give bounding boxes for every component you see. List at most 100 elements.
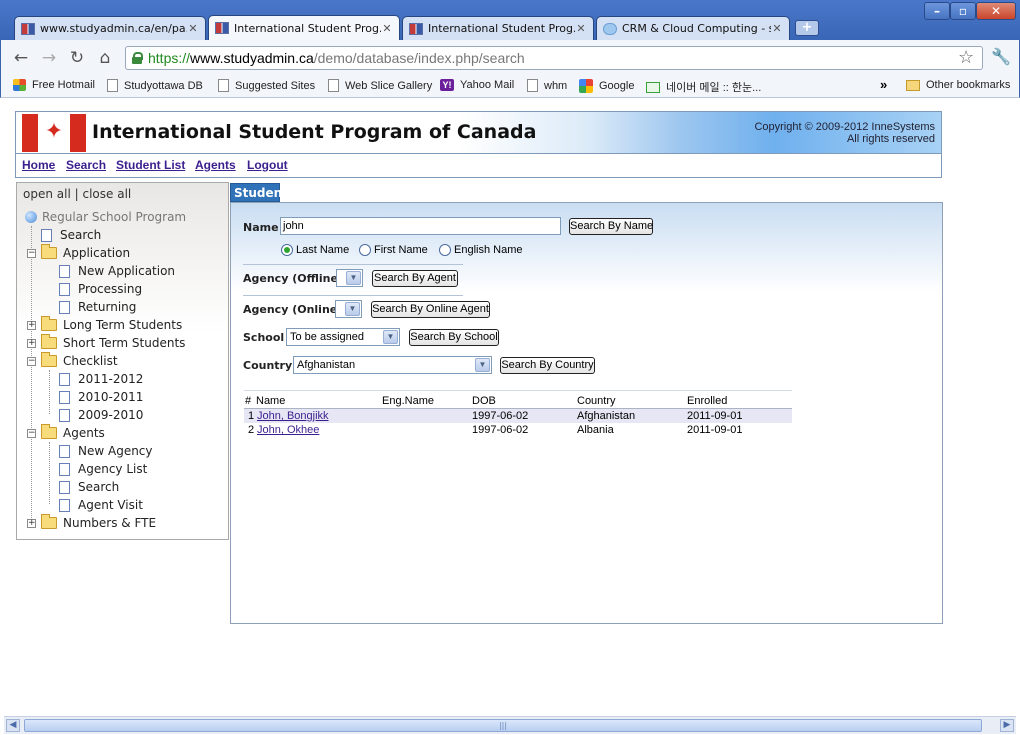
new-tab-button[interactable]: + [795,20,819,36]
tree-item-new-agency[interactable]: New Agency [59,443,153,459]
close-all-link[interactable]: close all [83,187,132,201]
col-num-header: # [245,395,252,407]
expand-icon[interactable]: + [27,338,36,348]
radio-first-name[interactable]: First Name [359,244,428,256]
browser-tab-4[interactable]: CRM & Cloud Computing - s... ✕ [596,16,790,40]
browser-tab-1[interactable]: www.studyadmin.ca/en/pa... ✕ [14,16,206,40]
tree-item-2009-2010[interactable]: 2009-2010 [59,407,143,423]
horizontal-scrollbar[interactable]: ◀ ||| ▶ [4,716,1016,734]
row-dob: 1997-06-02 [472,424,529,436]
home-button[interactable]: ⌂ [95,48,115,68]
tab-close-icon[interactable]: ✕ [771,22,783,35]
radio-english-name[interactable]: English Name [439,244,522,256]
bookmarks-bar: Free Hotmail Studyottawa DB Suggested Si… [0,76,1020,98]
radio-last-name[interactable]: Last Name [281,244,349,256]
bookmark-star-icon[interactable]: ☆ [958,47,974,68]
student-name-link[interactable]: John, Bongjikk [257,410,329,422]
bookmark-web-slice-gallery[interactable]: Web Slice Gallery [328,79,432,92]
windows-logo-icon [13,79,26,91]
page-icon [59,282,70,296]
col-country-header: Country [577,395,616,407]
tree-item-agency-list[interactable]: Agency List [59,461,147,477]
bookmarks-overflow-button[interactable]: » [880,77,887,92]
col-name-header: Name [256,395,286,407]
other-bookmarks-folder[interactable]: Other bookmarks [906,79,1010,91]
globe-icon [25,211,37,223]
scrollbar-thumb[interactable]: ||| [24,719,982,732]
tree-item-agent-visit[interactable]: Agent Visit [59,497,143,513]
tree-item-new-application[interactable]: New Application [59,263,175,279]
country-select[interactable]: Afghanistan ▼ [293,356,492,374]
google-icon [579,79,593,93]
bookmark-yahoo-mail[interactable]: Y! Yahoo Mail [440,79,514,91]
nav-home-link[interactable]: Home [22,158,55,172]
collapse-icon[interactable]: − [27,428,36,438]
back-button[interactable]: ← [11,48,31,68]
other-bookmarks-label: Other bookmarks [926,79,1011,91]
radio-icon [439,244,451,256]
school-select[interactable]: To be assigned ▼ [286,328,400,346]
tree-item-2011-2012[interactable]: 2011-2012 [59,371,143,387]
tab-close-icon[interactable]: ✕ [575,22,587,35]
browser-tab-3[interactable]: International Student Prog... ✕ [402,16,594,40]
collapse-icon[interactable]: − [27,248,36,258]
tree-root[interactable]: Regular School Program [25,209,186,225]
tree-item-short-term[interactable]: + Short Term Students [27,334,185,351]
tree-item-processing[interactable]: Processing [59,281,142,297]
address-bar[interactable]: https://www.studyadmin.ca/demo/database/… [125,46,983,70]
agency-online-label: Agency (Online) [243,303,343,316]
scroll-left-arrow-icon[interactable]: ◀ [6,719,20,732]
tree-item-checklist[interactable]: − Checklist [27,352,118,369]
maximize-button[interactable]: ▫ [950,2,976,20]
nav-logout-link[interactable]: Logout [247,158,288,172]
search-by-country-button[interactable]: Search By Country [500,357,595,374]
nav-search-link[interactable]: Search [66,158,106,172]
bookmark-studyottawa-db[interactable]: Studyottawa DB [107,79,203,92]
search-by-school-button[interactable]: Search By School [409,329,499,346]
site-favicon-icon [409,22,423,35]
tab-student[interactable]: Student [230,183,288,202]
bookmark-label: Suggested Sites [235,79,316,92]
student-name-link[interactable]: John, Okhee [257,424,319,436]
wrench-icon[interactable]: 🔧 [991,47,1011,66]
agency-online-select[interactable]: ▼ [335,300,362,318]
expand-icon[interactable]: + [27,518,36,528]
tab-close-icon[interactable]: ✕ [381,22,393,35]
radio-label: Last Name [296,244,350,256]
tree-item-numbers-fte[interactable]: + Numbers & FTE [27,514,156,531]
tree-item-search[interactable]: Search [41,227,101,243]
scroll-right-arrow-icon[interactable]: ▶ [1000,719,1014,732]
name-input[interactable]: john [280,217,561,235]
tab-close-icon[interactable]: ✕ [187,22,199,35]
bookmark-free-hotmail[interactable]: Free Hotmail [13,79,95,91]
tree-item-long-term[interactable]: + Long Term Students [27,316,182,333]
tree-item-agents[interactable]: − Agents [27,424,105,441]
bookmark-google[interactable]: Google [579,79,634,93]
folder-icon [906,79,920,91]
forward-button[interactable]: → [39,48,59,68]
row-enrolled: 2011-09-01 [687,410,743,422]
search-by-online-agent-button[interactable]: Search By Online Agent [371,301,490,318]
tree-item-2010-2011[interactable]: 2010-2011 [59,389,143,405]
search-by-name-button[interactable]: Search By Name [569,218,653,235]
nav-agents-link[interactable]: Agents [195,158,236,172]
folder-icon [41,334,57,349]
open-all-link[interactable]: open all [23,187,71,201]
bookmark-suggested-sites[interactable]: Suggested Sites [218,79,315,92]
tree-item-returning[interactable]: Returning [59,299,136,315]
tree-item-application[interactable]: − Application [27,244,130,261]
search-by-agent-button[interactable]: Search By Agent [372,270,458,287]
collapse-icon[interactable]: − [27,356,36,366]
close-window-button[interactable]: ✕ [976,2,1016,20]
bookmark-naver-mail[interactable]: 네이버 메일 :: 한눈... [646,79,761,95]
nav-student-list-link[interactable]: Student List [116,158,185,172]
yahoo-icon: Y! [440,79,454,91]
expand-icon[interactable]: + [27,320,36,330]
bookmark-whm[interactable]: whm [527,79,567,92]
tree-item-agent-search[interactable]: Search [59,479,119,495]
agency-offline-select[interactable]: ▼ [336,269,363,287]
reload-button[interactable]: ↻ [67,48,87,68]
browser-tab-2[interactable]: International Student Prog... ✕ [208,15,400,40]
bookmark-label: Studyottawa DB [124,79,203,92]
minimize-button[interactable]: – [924,2,950,20]
